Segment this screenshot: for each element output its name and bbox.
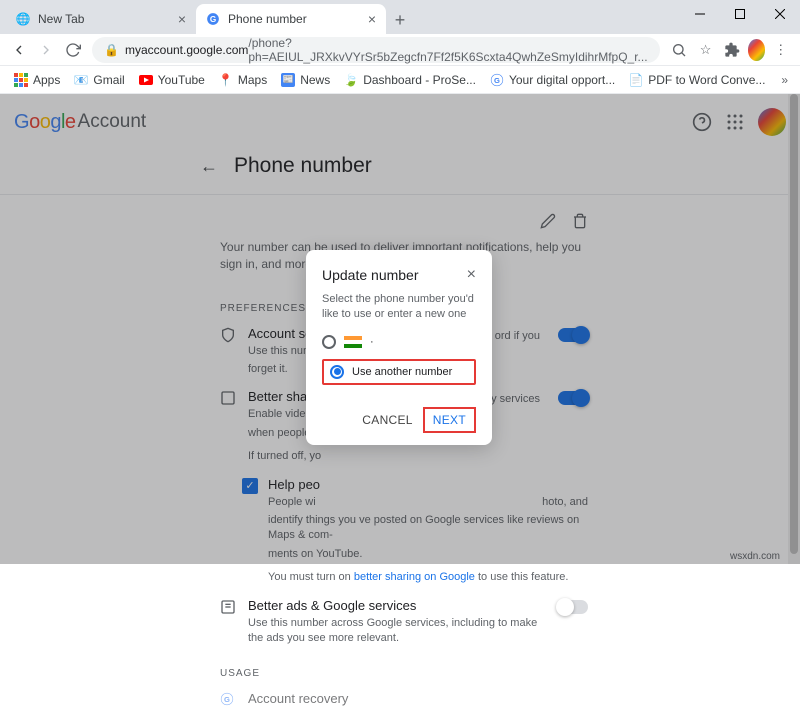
apps-icon — [14, 73, 28, 87]
bookmark-youtube[interactable]: YouTube — [133, 69, 211, 91]
browser-tab[interactable]: 🌐 New Tab × — [6, 4, 196, 34]
pref-ads-title: Better ads & Google services — [248, 598, 548, 613]
bookmark-star-icon[interactable]: ☆ — [694, 36, 717, 64]
tab-label: Phone number — [228, 12, 307, 26]
radio-option-another[interactable]: Use another number — [322, 359, 476, 385]
maximize-button[interactable] — [720, 0, 760, 28]
better-sharing-link[interactable]: better sharing on Google — [354, 571, 475, 583]
close-icon[interactable]: × — [178, 11, 186, 27]
new-tab-button[interactable]: + — [386, 6, 414, 34]
chrome-menu-icon[interactable]: ⋮ — [769, 36, 792, 64]
option-label: Use another number — [352, 366, 452, 378]
svg-text:G: G — [494, 75, 500, 84]
extensions-icon[interactable] — [721, 36, 744, 64]
ads-toggle[interactable] — [558, 600, 588, 614]
radio-checked-icon — [330, 365, 344, 379]
bookmark-label: Apps — [33, 73, 60, 87]
bookmark-label: YouTube — [158, 73, 205, 87]
close-icon[interactable]: × — [467, 266, 476, 284]
bookmark-label: Dashboard - ProSe... — [363, 73, 476, 87]
globe-icon: 🌐 — [16, 12, 30, 26]
bookmark-label: Your digital opport... — [509, 73, 615, 87]
radio-unchecked-icon — [322, 335, 336, 349]
svg-text:G: G — [210, 15, 216, 24]
ads-icon — [220, 599, 238, 615]
browser-toolbar: 🔒 myaccount.google.com/phone?ph=AEIUL_JR… — [0, 34, 800, 66]
bookmark-news[interactable]: 📰 News — [275, 69, 336, 91]
radio-option-existing[interactable]: · — [322, 335, 476, 349]
bookmark-label: Maps — [238, 73, 267, 87]
dialog-description: Select the phone number you'd like to us… — [322, 292, 476, 323]
india-flag-icon — [344, 336, 362, 348]
forward-button[interactable] — [35, 36, 58, 64]
page-content: Google Account ← Phone number Your numbe… — [0, 94, 800, 564]
usage-heading: USAGE — [220, 668, 588, 679]
bookmark-label: Gmail — [93, 73, 124, 87]
youtube-icon — [139, 73, 153, 87]
bookmark-dashboard[interactable]: 🍃 Dashboard - ProSe... — [338, 69, 482, 91]
close-icon[interactable]: × — [368, 11, 376, 27]
bookmarks-overflow-icon[interactable]: » — [777, 69, 792, 91]
profile-avatar[interactable] — [748, 39, 766, 61]
bookmarks-bar: Apps 📧 Gmail YouTube 📍 Maps 📰 News 🍃 Dashboa… — [0, 66, 800, 94]
bookmark-gmail[interactable]: 📧 Gmail — [68, 69, 130, 91]
url-domain: myaccount.google.com — [125, 43, 248, 57]
svg-text:G: G — [224, 695, 230, 704]
dialog-title: Update number — [322, 267, 419, 283]
google-g-icon: G — [220, 692, 238, 706]
bookmark-apps[interactable]: Apps — [8, 69, 66, 91]
lock-icon: 🔒 — [104, 43, 119, 57]
window-controls — [680, 0, 800, 28]
next-button[interactable]: NEXT — [423, 407, 476, 433]
minimize-button[interactable] — [680, 0, 720, 28]
news-icon: 📰 — [281, 73, 295, 87]
back-button[interactable] — [8, 36, 31, 64]
bookmark-digital[interactable]: G Your digital opport... — [484, 69, 621, 91]
url-path: /phone?ph=AEIUL_JRXkvVYrSr5bZegcfn7Ff2f5… — [248, 36, 647, 64]
google-favicon-icon: G — [206, 12, 220, 26]
address-bar[interactable]: 🔒 myaccount.google.com/phone?ph=AEIUL_JR… — [92, 37, 660, 63]
bookmark-label: PDF to Word Conve... — [648, 73, 765, 87]
google-g-icon: G — [490, 73, 504, 87]
update-number-dialog: Update number × Select the phone number … — [306, 250, 492, 445]
cancel-button[interactable]: CANCEL — [362, 413, 412, 427]
leaf-icon: 🍃 — [344, 73, 358, 87]
browser-tab-active[interactable]: G Phone number × — [196, 4, 386, 34]
reload-button[interactable] — [61, 36, 84, 64]
maps-pin-icon: 📍 — [219, 73, 233, 87]
bookmark-pdf[interactable]: 📄 PDF to Word Conve... — [623, 69, 771, 91]
bookmark-maps[interactable]: 📍 Maps — [213, 69, 273, 91]
bookmark-label: News — [300, 73, 330, 87]
tab-label: New Tab — [38, 12, 84, 26]
gmail-icon: 📧 — [74, 73, 88, 87]
zoom-icon[interactable] — [668, 36, 691, 64]
doc-icon: 📄 — [629, 73, 643, 87]
close-window-button[interactable] — [760, 0, 800, 28]
